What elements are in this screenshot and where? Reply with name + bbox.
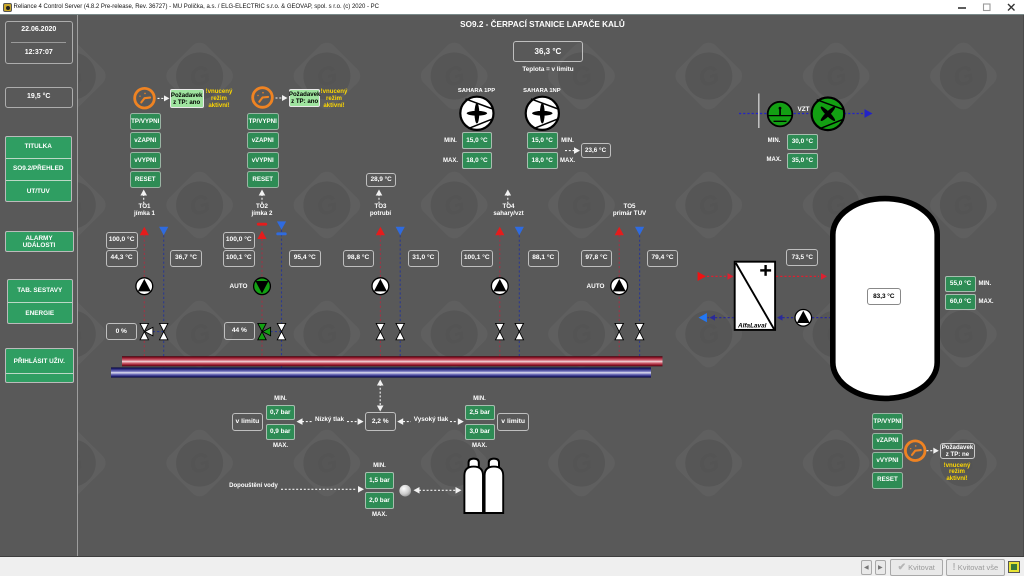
svg-text:AlfaLaval: AlfaLaval — [737, 322, 767, 329]
